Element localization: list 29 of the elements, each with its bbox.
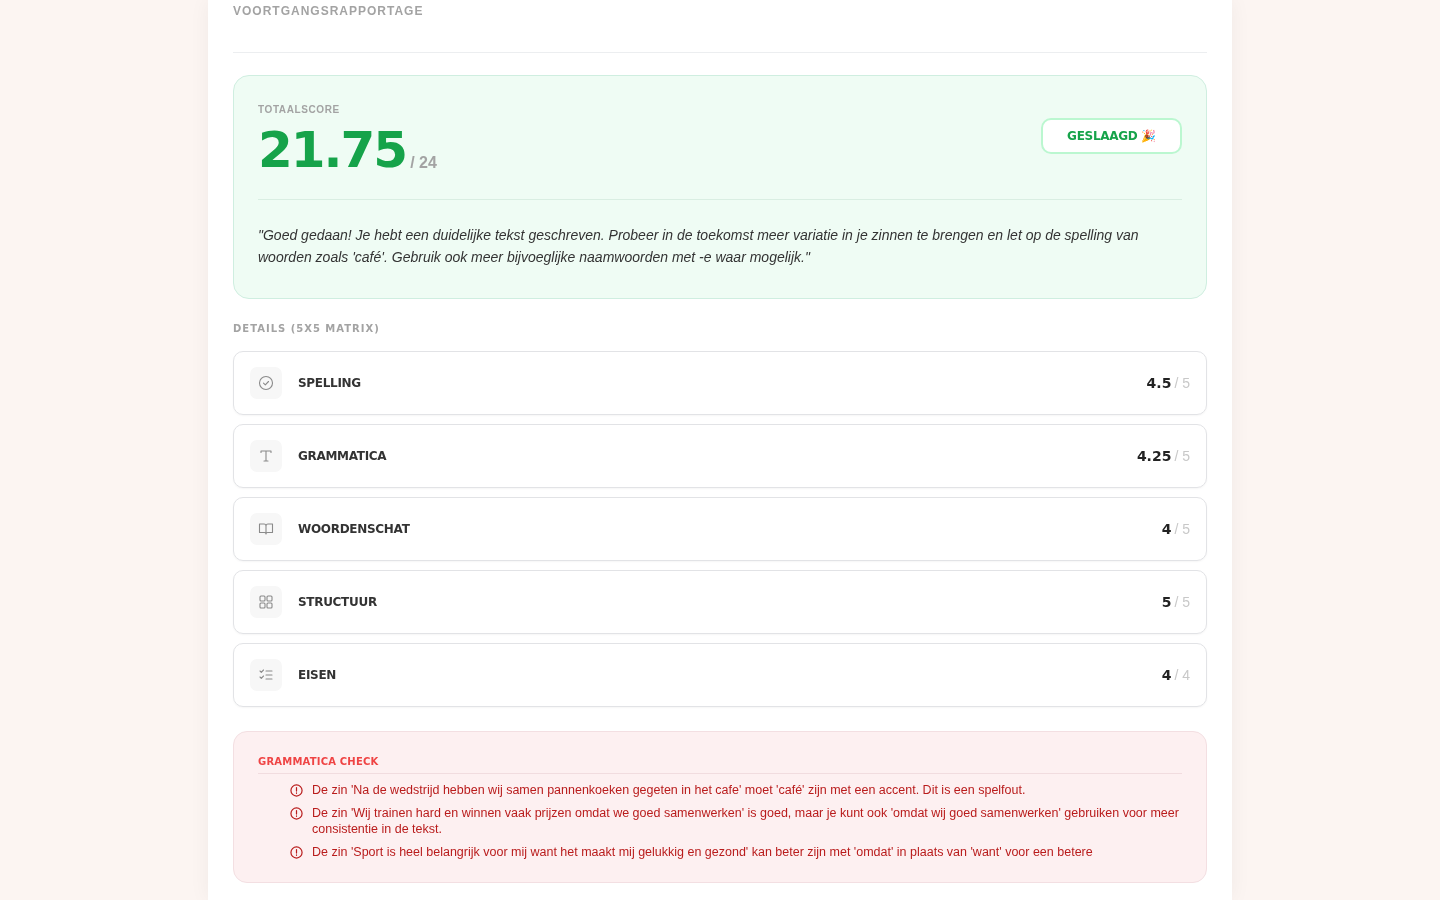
page-title: VOORTGANGSRAPPORTAGE: [233, 3, 425, 20]
category-score: 4: [1161, 665, 1172, 685]
category-label: STRUCTUUR: [298, 594, 377, 611]
text-icon: [258, 448, 274, 464]
status-button[interactable]: GESLAAGD 🎉: [1041, 118, 1182, 154]
category-score: 5: [1161, 592, 1172, 612]
category-score: 4.5: [1146, 373, 1172, 393]
grammar-note: De zin 'Sport is heel belangrijk voor mij want het maakt mij gelukkig en gezond' kan beter zijn met 'omdat' in plaats van 'want' voor een betere: [312, 844, 1093, 860]
category-label: GRAMMATICA: [298, 448, 387, 465]
book-icon: [258, 521, 274, 537]
warning-icon: [290, 846, 303, 859]
category-label: WOORDENSCHAT: [298, 521, 410, 538]
grammar-title: GRAMMATICA CHECK: [258, 754, 1182, 774]
score-label: TOTAALSCORE: [258, 103, 341, 117]
grammar-note: De zin 'Na de wedstrijd hebben wij samen pannenkoeken gegeten in het cafe' moet 'café' zijn met een accent. Dit is een spelfout.: [312, 782, 1026, 798]
feedback-text: "Goed gedaan! Je hebt een duidelijke tekst geschreven. Probeer in de toekomst meer variatie in je zinnen te brengen en let op de spelling van woorden zoals 'café'. Gebruik ook meer bijvoeglijke naamwoorden met -e waar mogelijk.": [258, 199, 1182, 268]
warning-icon: [290, 784, 303, 797]
category-label: EISEN: [298, 667, 337, 684]
category-label: SPELLING: [298, 375, 361, 392]
check-circle-icon: [258, 375, 274, 391]
checklist-icon: [258, 667, 274, 683]
category-score: 4.25: [1136, 446, 1172, 466]
warning-icon: [290, 807, 303, 820]
section-title: DETAILS (5X5 MATRIX): [233, 322, 381, 336]
grammar-note: De zin 'Wij trainen hard en winnen vaak prijzen omdat we goed samenwerken' is goed, maar je kunt ook 'omdat wij goed samenwerken' gebruiken voor meer consistentie in de tekst.: [312, 805, 1180, 837]
max-score: / 24: [410, 153, 437, 173]
grid-icon: [258, 594, 274, 610]
total-score: 21.75: [258, 125, 407, 175]
category-score: 4: [1161, 519, 1172, 539]
